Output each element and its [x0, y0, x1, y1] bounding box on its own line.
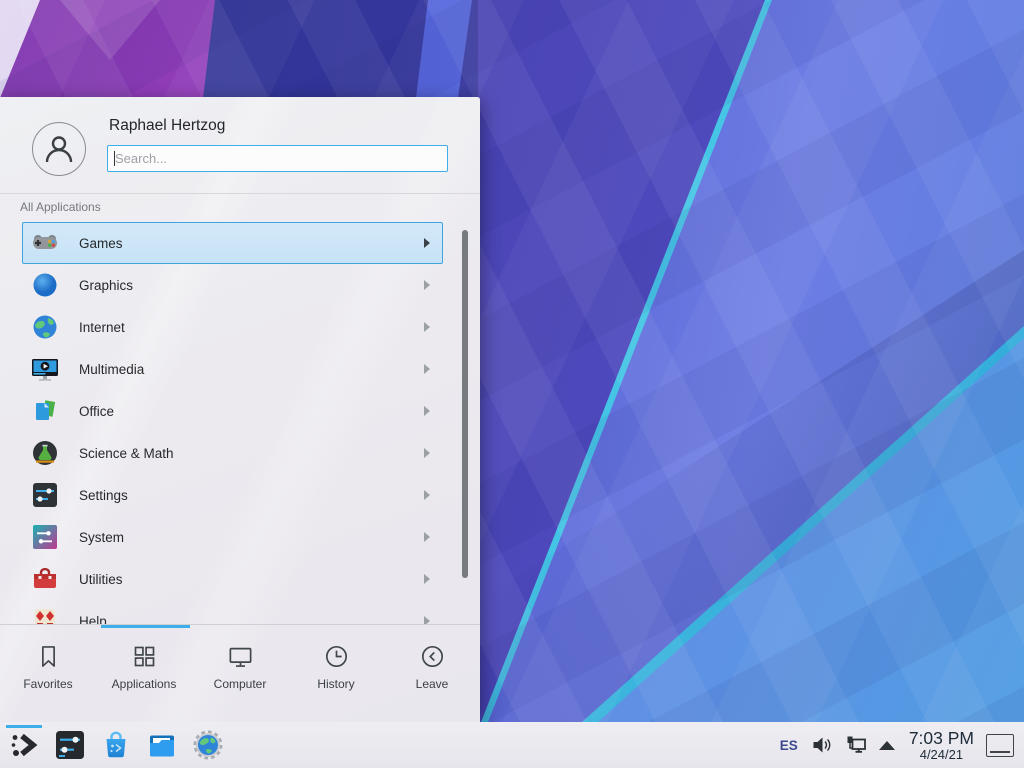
gamepad-icon: [31, 229, 59, 257]
user-avatar[interactable]: [32, 122, 86, 176]
submenu-arrow-icon: [424, 364, 430, 374]
clock-icon: [323, 643, 350, 670]
folder-icon: [146, 729, 178, 761]
taskbar-panel: ES 7:03 PM 4/24/21: [0, 722, 1024, 768]
tab-label: History: [317, 677, 354, 691]
submenu-arrow-icon: [424, 322, 430, 332]
globe-icon: [31, 313, 59, 341]
help-icon: [31, 607, 59, 624]
submenu-arrow-icon: [424, 406, 430, 416]
tab-label: Favorites: [23, 677, 72, 691]
active-app-indicator: [6, 725, 42, 728]
volume-icon[interactable]: [811, 734, 833, 756]
clock-time: 7:03 PM: [909, 729, 974, 748]
system-settings-icon: [54, 729, 86, 761]
footer-tab-bar: Favorites Applications C: [0, 634, 480, 716]
category-label: Utilities: [79, 572, 123, 587]
category-row-internet[interactable]: Internet: [22, 306, 443, 348]
list-scrollbar[interactable]: [462, 230, 468, 578]
category-label: System: [79, 530, 124, 545]
web-browser-button[interactable]: [190, 722, 226, 768]
documents-icon: [31, 397, 59, 425]
tab-computer[interactable]: Computer: [192, 634, 288, 716]
discover-icon: [100, 729, 132, 761]
category-label: Settings: [79, 488, 128, 503]
tab-favorites[interactable]: Favorites: [0, 634, 96, 716]
category-row-multimedia[interactable]: Multimedia: [22, 348, 443, 390]
clock-date: 4/24/21: [920, 748, 963, 762]
media-screen-icon: [31, 355, 59, 383]
tab-leave[interactable]: Leave: [384, 634, 480, 716]
leave-icon: [419, 643, 446, 670]
tab-label: Leave: [416, 677, 449, 691]
category-label: Help: [79, 614, 107, 625]
category-row-help[interactable]: Help: [22, 600, 443, 624]
header-separator: [0, 193, 480, 194]
tab-history[interactable]: History: [288, 634, 384, 716]
category-label: Games: [79, 236, 123, 251]
section-label: All Applications: [20, 200, 101, 214]
sliders-dark-icon: [31, 481, 59, 509]
submenu-arrow-icon: [424, 238, 430, 248]
category-label: Internet: [79, 320, 125, 335]
application-launcher-button[interactable]: [6, 722, 42, 768]
tab-label: Computer: [214, 677, 267, 691]
search-field-wrap: [107, 145, 448, 172]
category-row-settings[interactable]: Settings: [22, 474, 443, 516]
system-tray: ES 7:03 PM 4/24/21: [780, 729, 1024, 762]
category-label: Science & Math: [79, 446, 174, 461]
submenu-arrow-icon: [424, 490, 430, 500]
toolbox-icon: [31, 565, 59, 593]
category-row-graphics[interactable]: Graphics: [22, 264, 443, 306]
discover-button[interactable]: [98, 722, 134, 768]
category-row-games[interactable]: Games: [22, 222, 443, 264]
category-label: Graphics: [79, 278, 133, 293]
category-row-utilities[interactable]: Utilities: [22, 558, 443, 600]
file-manager-button[interactable]: [144, 722, 180, 768]
bookmark-icon: [35, 643, 62, 670]
category-row-office[interactable]: Office: [22, 390, 443, 432]
tab-label: Applications: [112, 677, 177, 691]
submenu-arrow-icon: [424, 448, 430, 458]
category-row-science-math[interactable]: Science & Math: [22, 432, 443, 474]
keyboard-layout-indicator[interactable]: ES: [780, 738, 798, 753]
kde-launcher-icon: [8, 729, 40, 761]
taskbar-app-icons: [0, 722, 236, 768]
submenu-arrow-icon: [424, 574, 430, 584]
show-desktop-button[interactable]: [986, 734, 1014, 757]
flask-icon: [31, 439, 59, 467]
sliders-gradient-icon: [31, 523, 59, 551]
text-caret: [114, 151, 115, 166]
submenu-arrow-icon: [424, 532, 430, 542]
network-icon[interactable]: [844, 733, 868, 757]
category-row-system[interactable]: System: [22, 516, 443, 558]
category-list: Games Graphics: [0, 222, 480, 624]
digital-clock[interactable]: 7:03 PM 4/24/21: [909, 729, 974, 762]
globe-gear-icon: [192, 729, 224, 761]
user-name: Raphael Hertzog: [109, 117, 225, 135]
desktop: Raphael Hertzog All Applications: [0, 0, 1024, 768]
monitor-icon: [227, 643, 254, 670]
grid-icon: [131, 643, 158, 670]
system-settings-button[interactable]: [52, 722, 88, 768]
category-label: Multimedia: [79, 362, 144, 377]
application-launcher-popup: Raphael Hertzog All Applications: [0, 97, 480, 722]
search-input[interactable]: [107, 145, 448, 172]
tab-applications[interactable]: Applications: [96, 634, 192, 716]
expand-tray-caret-icon[interactable]: [879, 741, 895, 750]
active-tab-indicator: [101, 625, 190, 628]
submenu-arrow-icon: [424, 616, 430, 624]
blue-sphere-icon: [31, 271, 59, 299]
footer-separator: [0, 624, 480, 625]
submenu-arrow-icon: [424, 280, 430, 290]
category-label: Office: [79, 404, 114, 419]
